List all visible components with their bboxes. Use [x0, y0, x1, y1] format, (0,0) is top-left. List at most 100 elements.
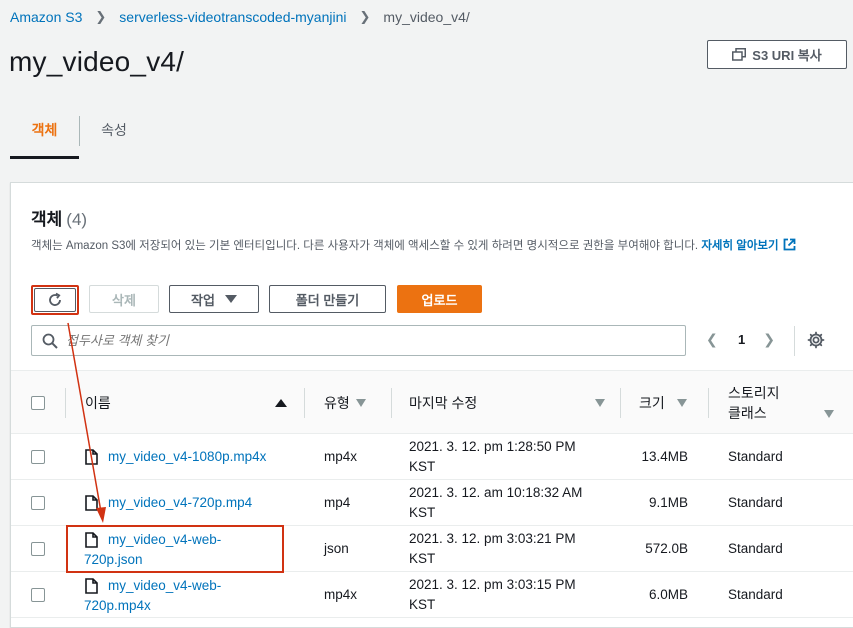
chevron-right-icon: ❯	[359, 9, 371, 24]
column-header-name[interactable]: 이름	[85, 371, 291, 435]
modified-cell: 2021. 3. 12. pm 3:03:15 PM KST	[409, 572, 576, 618]
modified-text: KST	[409, 597, 436, 612]
size-cell: 572.0B	[645, 541, 688, 556]
refresh-icon	[49, 292, 61, 306]
column-header-type[interactable]: 유형	[324, 371, 366, 435]
name-cell: my_video_v4-web- 720p.mp4x	[84, 572, 221, 618]
object-link[interactable]: my_video_v4-web- 720p.json	[84, 530, 222, 570]
type-cell: mp4x	[324, 449, 358, 464]
row-checkbox-cell	[31, 526, 45, 572]
size-cell: 6.0MB	[648, 587, 688, 602]
pager-divider	[794, 326, 795, 356]
type-cell: mp4	[324, 495, 351, 510]
sort-icon	[355, 399, 366, 407]
table-row: my_video_v4-web- 720p.json json 2021. 3.…	[11, 526, 853, 572]
type-cell: json	[324, 541, 349, 556]
s3-folder-page: Amazon S3 ❯ serverless-videotranscoded-m…	[0, 0, 853, 628]
column-divider	[708, 388, 709, 418]
next-page-icon[interactable]: ❯	[763, 331, 777, 348]
modified-cell: 2021. 3. 12. pm 3:03:21 PM KST	[409, 526, 576, 572]
file-icon	[85, 495, 98, 511]
objects-title-text: 객체	[31, 210, 63, 229]
column-name-label: 이름	[85, 395, 111, 411]
breadcrumb-link-bucket[interactable]: serverless-videotranscoded-myanjini	[119, 9, 346, 25]
row-checkbox[interactable]	[31, 450, 45, 464]
actions-dropdown-button[interactable]: 작업	[169, 285, 259, 313]
modified-text: 2021. 3. 12. pm 3:03:21 PM	[409, 531, 576, 546]
row-checkbox[interactable]	[31, 542, 45, 556]
column-storage-label: 스토리지 클래스	[728, 385, 780, 421]
file-icon	[85, 532, 98, 548]
object-link[interactable]: my_video_v4-web- 720p.mp4x	[84, 576, 221, 616]
row-checkbox-cell	[31, 572, 45, 618]
storage-class-cell: Standard	[728, 449, 783, 464]
modified-text: KST	[409, 551, 436, 566]
column-divider	[65, 388, 66, 418]
objects-table: 이름 유형 마지막 수정 크기 스토리지 클래스 my_video_v4-108…	[11, 370, 853, 618]
tab-properties[interactable]: 속성	[86, 104, 142, 156]
size-cell: 9.1MB	[648, 495, 688, 510]
upload-button[interactable]: 업로드	[397, 285, 482, 313]
select-all-cell	[31, 371, 45, 435]
tab-divider	[79, 116, 80, 146]
row-checkbox[interactable]	[31, 588, 45, 602]
object-link-line: 720p.mp4x	[84, 598, 151, 613]
objects-panel: 객체 (4) 객체는 Amazon S3에 저장되어 있는 기본 엔터티입니다. …	[10, 182, 853, 628]
name-cell: my_video_v4-web- 720p.json	[84, 526, 222, 572]
column-divider	[304, 388, 305, 418]
storage-class-cell: Standard	[728, 541, 783, 556]
search-input[interactable]	[66, 333, 656, 348]
sort-ascending-icon	[275, 399, 287, 407]
file-icon	[85, 578, 98, 594]
table-header: 이름 유형 마지막 수정 크기 스토리지 클래스	[11, 370, 853, 434]
pagination: ❮ 1 ❯	[706, 331, 777, 348]
sort-icon	[595, 399, 605, 407]
storage-class-cell: Standard	[728, 495, 783, 510]
select-all-checkbox[interactable]	[31, 396, 45, 410]
column-header-storage-class[interactable]: 스토리지 클래스	[728, 371, 834, 435]
chevron-right-icon: ❯	[95, 9, 107, 24]
search-icon	[42, 333, 58, 349]
modified-cell: 2021. 3. 12. pm 1:28:50 PM KST	[409, 434, 576, 480]
create-folder-button[interactable]: 폴더 만들기	[269, 285, 386, 313]
breadcrumb: Amazon S3 ❯ serverless-videotranscoded-m…	[10, 7, 470, 27]
column-type-label: 유형	[324, 395, 350, 411]
refresh-button-highlight[interactable]	[31, 285, 79, 315]
row-checkbox[interactable]	[31, 496, 45, 510]
breadcrumb-link-s3[interactable]: Amazon S3	[10, 9, 82, 25]
delete-button[interactable]: 삭제	[89, 285, 159, 313]
modified-cell: 2021. 3. 12. am 10:18:32 AM KST	[409, 480, 582, 526]
objects-count: (4)	[66, 210, 88, 229]
column-size-label: 크기	[639, 395, 665, 411]
storage-class-cell: Standard	[728, 587, 783, 602]
caret-down-icon	[224, 295, 237, 303]
type-cell: mp4x	[324, 587, 358, 602]
object-link[interactable]: my_video_v4-1080p.mp4x	[108, 447, 266, 467]
copy-icon	[732, 48, 747, 61]
object-link-line: my_video_v4-web-	[108, 532, 222, 547]
table-row: my_video_v4-web- 720p.mp4x mp4x 2021. 3.…	[11, 572, 853, 618]
column-header-size[interactable]: 크기	[639, 371, 687, 435]
copy-s3-uri-button[interactable]: S3 URI 복사	[707, 40, 847, 69]
tab-objects[interactable]: 객체	[10, 104, 79, 159]
size-cell: 13.4MB	[641, 449, 688, 464]
name-cell: my_video_v4-1080p.mp4x	[85, 434, 266, 480]
refresh-button[interactable]	[34, 288, 76, 312]
row-checkbox-cell	[31, 434, 45, 480]
tab-bar: 객체 속성	[10, 104, 853, 160]
search-box	[31, 325, 686, 356]
objects-panel-title: 객체 (4)	[31, 205, 87, 230]
name-cell: my_video_v4-720p.mp4	[85, 480, 252, 526]
column-modified-label: 마지막 수정	[409, 395, 478, 411]
page-number[interactable]: 1	[738, 332, 745, 347]
learn-more-link[interactable]: 자세히 알아보기	[701, 238, 795, 252]
column-header-last-modified[interactable]: 마지막 수정	[409, 371, 605, 435]
file-icon	[85, 449, 98, 465]
gear-icon[interactable]	[807, 331, 825, 354]
prev-page-icon[interactable]: ❮	[706, 331, 720, 348]
learn-more-label: 자세히 알아보기	[701, 240, 779, 252]
column-divider	[391, 388, 392, 418]
breadcrumb-current: my_video_v4/	[383, 9, 470, 25]
table-row: my_video_v4-720p.mp4 mp4 2021. 3. 12. am…	[11, 480, 853, 526]
object-link[interactable]: my_video_v4-720p.mp4	[108, 493, 252, 513]
